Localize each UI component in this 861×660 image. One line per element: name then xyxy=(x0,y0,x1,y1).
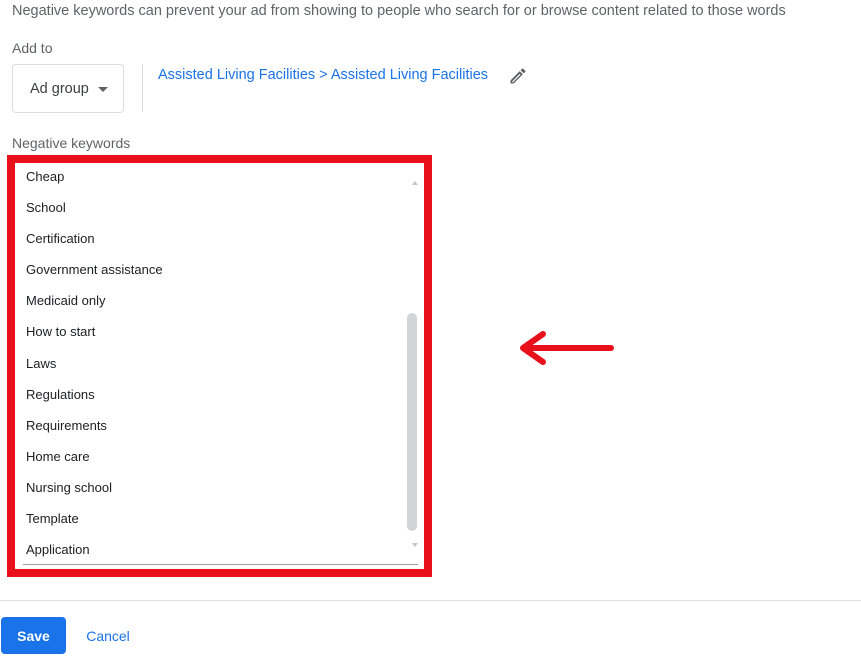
keyword-item: Certification xyxy=(26,231,95,247)
keyword-item: Application xyxy=(26,542,90,558)
keyword-item: Nursing school xyxy=(26,479,112,495)
scrollbar-thumb[interactable] xyxy=(407,313,417,531)
level-select-value: Ad group xyxy=(30,80,89,97)
scroll-down-arrow-icon[interactable] xyxy=(412,543,418,547)
keyword-item: Template xyxy=(26,511,79,527)
footer-divider xyxy=(0,600,861,601)
pencil-icon[interactable] xyxy=(508,66,528,86)
vertical-divider xyxy=(142,64,143,112)
keyword-item: School xyxy=(26,200,66,216)
keyword-item: Laws xyxy=(26,355,57,371)
arrow-left-icon xyxy=(520,331,614,365)
level-select-dropdown[interactable]: Ad group xyxy=(12,64,124,113)
keyword-item: Government assistance xyxy=(26,262,163,278)
add-to-label: Add to xyxy=(12,40,53,56)
ad-group-path-link[interactable]: Assisted Living Facilities > Assisted Li… xyxy=(158,67,488,83)
keyword-item: Home care xyxy=(26,448,90,464)
keyword-item: Cheap xyxy=(26,169,65,184)
negative-keywords-textarea[interactable]: Cheap School Certification Government as… xyxy=(23,169,418,565)
keyword-item: Regulations xyxy=(26,386,95,402)
keyword-item: How to start xyxy=(26,324,96,340)
scroll-up-arrow-icon[interactable] xyxy=(412,181,418,185)
save-button[interactable]: Save xyxy=(1,617,66,654)
highlight-box: Cheap School Certification Government as… xyxy=(7,155,432,577)
keyword-item: Medicaid only xyxy=(26,293,106,309)
keyword-list: Cheap School Certification Government as… xyxy=(23,169,418,564)
keyword-item: Requirements xyxy=(26,417,107,433)
negative-keywords-description: Negative keywords can prevent your ad fr… xyxy=(12,3,786,19)
cancel-button[interactable]: Cancel xyxy=(78,617,138,654)
negative-keywords-label: Negative keywords xyxy=(12,135,131,151)
caret-down-icon xyxy=(97,86,108,92)
